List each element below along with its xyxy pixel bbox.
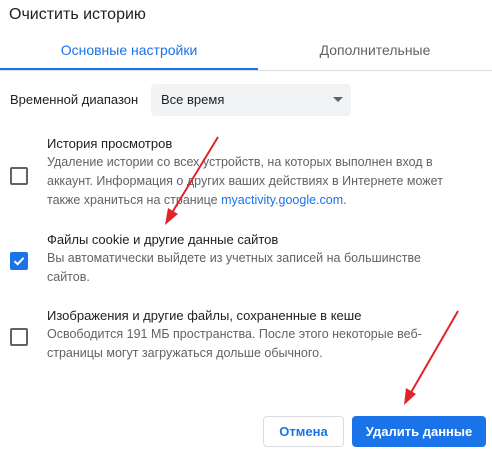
cancel-button[interactable]: Отмена	[263, 416, 344, 447]
cookies-text: Файлы cookie и другие данные сайтов Вы а…	[47, 230, 479, 287]
history-desc-line: аккаунт. Информация о других ваших дейст…	[47, 174, 443, 188]
cache-checkbox[interactable]	[10, 328, 28, 346]
tab-basic-settings[interactable]: Основные настройки	[0, 32, 258, 70]
option-browsing-history: История просмотров Удаление истории со в…	[10, 134, 480, 216]
history-desc-prefix: также храниться на странице	[47, 193, 222, 207]
cache-desc-line: страницы могут загружаться дольше обычно…	[47, 346, 323, 360]
checkmark-icon	[13, 257, 25, 266]
time-range-label: Временной диапазон	[10, 92, 139, 107]
cookies-title: Файлы cookie и другие данные сайтов	[47, 232, 279, 247]
time-range-select[interactable]: Все время	[151, 84, 351, 116]
option-cached-images: Изображения и другие файлы, сохраненные …	[10, 306, 480, 368]
cookies-desc-line: Вы автоматически выйдете из учетных запи…	[47, 251, 421, 265]
history-desc-suffix: .	[343, 193, 347, 207]
history-description: Удаление истории со всех устройств, на к…	[47, 153, 479, 210]
dropdown-arrow-icon	[333, 97, 343, 102]
history-checkbox[interactable]	[10, 167, 28, 185]
cache-text: Изображения и другие файлы, сохраненные …	[47, 306, 479, 363]
tab-advanced-settings[interactable]: Дополнительные	[258, 32, 492, 68]
cache-description: Освободится 191 МБ пространства. После э…	[47, 325, 479, 363]
time-range-selected-value: Все время	[161, 92, 225, 107]
cache-title: Изображения и другие файлы, сохраненные …	[47, 308, 362, 323]
tab-bar: Основные настройки Дополнительные	[0, 32, 492, 71]
cookies-desc-line: сайтов.	[47, 270, 90, 284]
history-desc-line: Удаление истории со всех устройств, на к…	[47, 155, 433, 169]
cookies-checkbox[interactable]	[10, 252, 28, 270]
history-title: История просмотров	[47, 136, 173, 151]
history-desc-line: также храниться на странице myactivity.g…	[47, 191, 479, 210]
clear-history-dialog: Очистить историю Основные настройки Допо…	[0, 0, 492, 457]
dialog-title: Очистить историю	[9, 6, 146, 23]
time-range-row: Временной диапазон Все время	[10, 84, 360, 116]
history-text: История просмотров Удаление истории со в…	[47, 134, 479, 210]
cache-desc-line: Освободится 191 МБ пространства. После э…	[47, 327, 422, 341]
option-cookies: Файлы cookie и другие данные сайтов Вы а…	[10, 230, 480, 292]
delete-data-button[interactable]: Удалить данные	[352, 416, 486, 447]
myactivity-link[interactable]: myactivity.google.com	[221, 193, 343, 207]
cookies-description: Вы автоматически выйдете из учетных запи…	[47, 249, 479, 287]
